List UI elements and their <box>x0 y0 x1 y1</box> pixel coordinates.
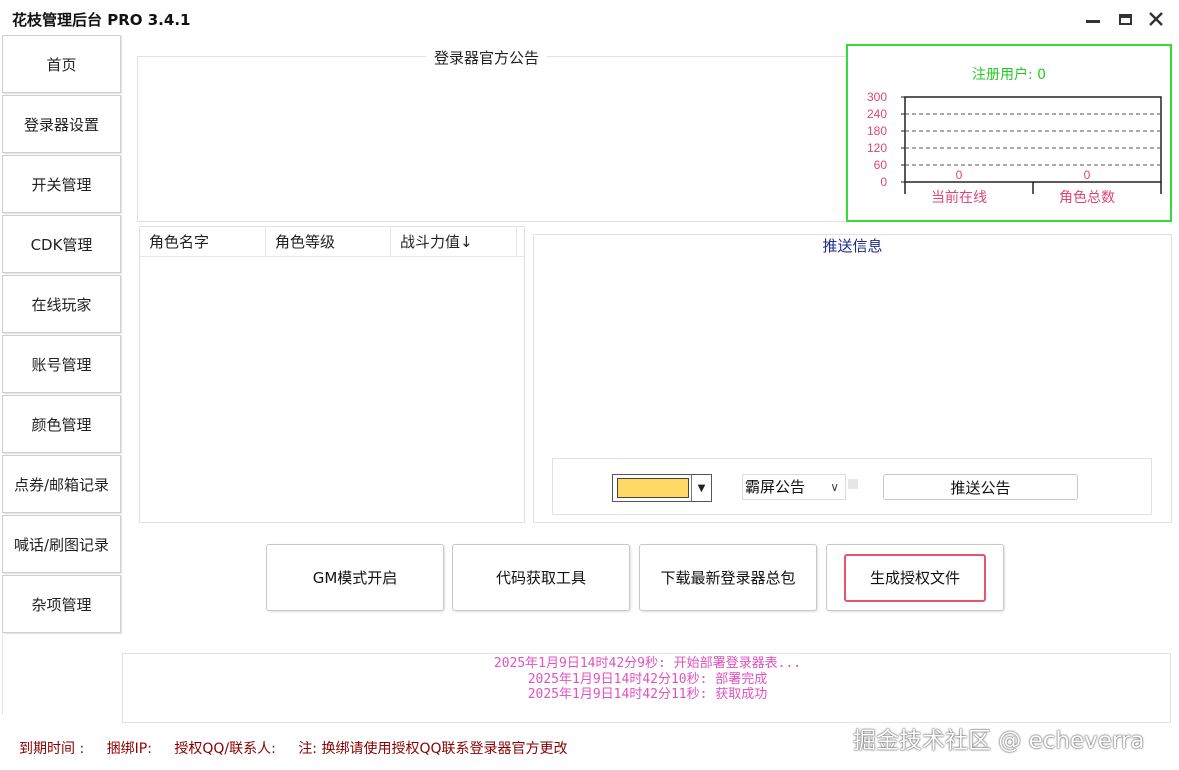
push-mode-select[interactable]: 霸屏公告 ∨ <box>742 474 846 500</box>
sidebar-item-shout-records[interactable]: 喊话/刷图记录 <box>2 515 121 573</box>
send-notice-button[interactable]: 推送公告 <box>883 474 1078 500</box>
dropdown-arrow-icon[interactable]: ▼ <box>691 475 711 501</box>
window-title: 花枝管理后台 PRO 3.4.1 <box>12 11 191 29</box>
x-tick-label: 角色总数 <box>1059 189 1115 206</box>
close-icon <box>1149 12 1163 26</box>
sidebar-item-account-management[interactable]: 账号管理 <box>2 335 121 393</box>
chevron-down-icon: ∨ <box>830 480 839 494</box>
sidebar-item-color-management[interactable]: 颜色管理 <box>2 395 121 453</box>
x-tick-label: 当前在线 <box>931 189 987 206</box>
y-tick-label: 300 <box>867 90 887 104</box>
column-header-power[interactable]: 战斗力值↓ <box>391 227 517 257</box>
minimize-button[interactable] <box>1082 8 1104 30</box>
bind-ip-label: 捆绑IP: <box>106 741 152 757</box>
generate-license-label: 生成授权文件 <box>844 553 986 602</box>
auth-qq-label: 授权QQ/联系人: <box>174 741 276 757</box>
sidebar-item-online-players[interactable]: 在线玩家 <box>2 275 121 333</box>
option-checkbox[interactable] <box>848 479 858 489</box>
sidebar-item-cdk-management[interactable]: CDK管理 <box>2 215 121 273</box>
character-table[interactable]: 角色名字 角色等级 战斗力值↓ <box>139 226 525 523</box>
log-line: 2025年1月9日14时42分9秒: 开始部署登录器表... <box>493 656 802 671</box>
gm-mode-button[interactable]: GM模式开启 <box>266 544 444 611</box>
data-label: 0 <box>956 168 963 182</box>
y-tick-label: 180 <box>867 124 887 138</box>
y-tick-label: 240 <box>867 107 887 121</box>
plot-frame <box>904 96 1162 183</box>
data-label: 0 <box>1084 168 1091 182</box>
watermark-text: 掘金技术社区 @ echeverra <box>853 728 1145 754</box>
sidebar-item-switch-management[interactable]: 开关管理 <box>2 155 121 213</box>
log-line: 2025年1月9日14时42分10秒: 部署完成 <box>527 672 768 687</box>
sidebar-item-points-mail-records[interactable]: 点券/邮箱记录 <box>2 455 121 513</box>
table-header: 角色名字 角色等级 战斗力值↓ <box>140 227 524 257</box>
y-tick-label: 60 <box>874 158 888 172</box>
push-info-title: 推送信息 <box>822 237 883 255</box>
log-line: 2025年1月9日14时42分11秒: 获取成功 <box>527 687 768 702</box>
notice-panel[interactable] <box>137 56 849 222</box>
stats-chart: 300 240 180 120 60 0 0 当前在线 0 角色总数 <box>867 90 1162 206</box>
column-header-level[interactable]: 角色等级 <box>266 227 391 257</box>
stats-chart-panel: 注册用户: 0 300 240 180 120 60 0 0 当前在线 0 角色总数 <box>846 44 1172 222</box>
sidebar-item-misc-management[interactable]: 杂项管理 <box>2 575 121 633</box>
sidebar-filler <box>2 635 121 715</box>
sidebar: 首页 登录器设置 开关管理 CDK管理 在线玩家 账号管理 颜色管理 点券/邮箱… <box>2 35 121 635</box>
color-picker[interactable]: ▼ <box>612 474 712 502</box>
maximize-icon <box>1118 13 1132 25</box>
y-tick-label: 120 <box>867 141 887 155</box>
rebind-note: 注: 换绑请使用授权QQ联系登录器官方更改 <box>298 741 568 757</box>
generate-license-button[interactable]: 生成授权文件 <box>826 544 1004 611</box>
notice-title: 登录器官方公告 <box>426 47 548 68</box>
log-pane[interactable]: 2025年1月9日14时42分9秒: 开始部署登录器表... 2025年1月9日… <box>122 653 1171 723</box>
sidebar-item-launcher-settings[interactable]: 登录器设置 <box>2 95 121 153</box>
color-swatch <box>617 478 689 498</box>
status-bar: 到期时间 : 捆绑IP: 授权QQ/联系人: 注: 换绑请使用授权QQ联系登录器… <box>19 738 586 758</box>
push-info-panel: 推送信息 ▼ 霸屏公告 ∨ 推送公告 <box>533 234 1172 523</box>
expire-time-label: 到期时间 : <box>19 741 85 757</box>
title-bar: 花枝管理后台 PRO 3.4.1 <box>0 0 1179 36</box>
minimize-icon <box>1086 19 1100 23</box>
push-controls: ▼ 霸屏公告 ∨ 推送公告 <box>552 458 1152 515</box>
sidebar-item-home[interactable]: 首页 <box>2 35 121 93</box>
download-launcher-button[interactable]: 下载最新登录器总包 <box>639 544 817 611</box>
push-mode-value: 霸屏公告 <box>745 478 806 496</box>
code-tool-button[interactable]: 代码获取工具 <box>452 544 630 611</box>
y-tick-label: 0 <box>880 175 887 189</box>
column-header-name[interactable]: 角色名字 <box>140 227 266 257</box>
maximize-button[interactable] <box>1114 8 1136 30</box>
close-button[interactable] <box>1145 8 1167 30</box>
